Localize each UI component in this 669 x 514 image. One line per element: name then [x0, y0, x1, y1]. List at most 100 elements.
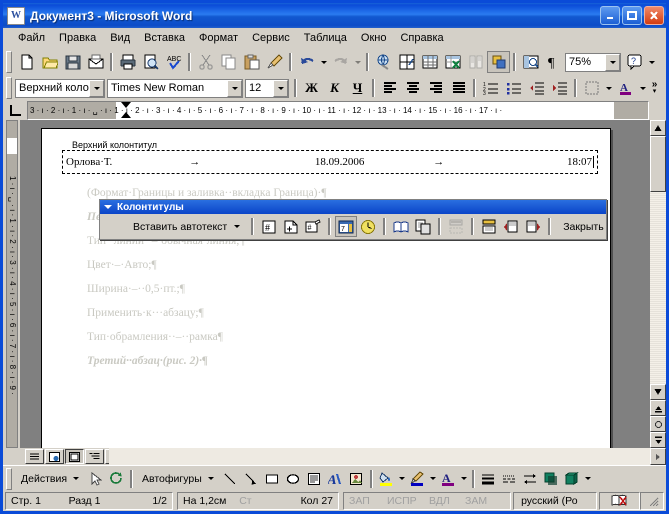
font-color-icon[interactable]: A	[438, 468, 459, 489]
scrollbar-track[interactable]	[650, 192, 666, 384]
3d-icon[interactable]	[562, 468, 583, 489]
toolbar-grip[interactable]	[6, 77, 12, 99]
rectangle-icon[interactable]	[262, 468, 283, 489]
bulleted-list-icon[interactable]	[502, 77, 525, 99]
insert-date-icon[interactable]: 7	[335, 216, 358, 237]
status-group-language[interactable]: русский (Ро	[513, 492, 598, 510]
spellcheck-icon[interactable]: ABC	[162, 51, 185, 73]
maximize-button[interactable]	[622, 6, 642, 25]
status-ext[interactable]: ВДЛ	[426, 495, 462, 507]
save-icon[interactable]	[61, 51, 84, 73]
show-previous-icon[interactable]	[500, 216, 522, 237]
undo-dropdown-icon[interactable]	[318, 51, 329, 73]
switch-header-footer-icon[interactable]	[478, 216, 500, 237]
menu-format[interactable]: Формат	[192, 30, 245, 46]
outline-view-icon[interactable]	[85, 449, 104, 464]
menu-table[interactable]: Таблица	[297, 30, 354, 46]
menu-view[interactable]: Вид	[103, 30, 137, 46]
show-formatting-marks-icon[interactable]: ¶	[542, 51, 565, 73]
web-layout-view-icon[interactable]	[45, 449, 64, 464]
toolbar-options-icon[interactable]	[646, 51, 657, 73]
zoom-dropdown-icon[interactable]	[605, 53, 620, 71]
header-footer-toolbar-titlebar[interactable]: Колонтитулы	[100, 200, 606, 214]
page-setup-icon[interactable]	[390, 216, 412, 237]
paste-icon[interactable]	[240, 51, 263, 73]
status-ovr[interactable]: ЗАМ	[462, 495, 500, 507]
horizontal-scrollbar-track[interactable]	[109, 448, 650, 465]
actions-menu-button[interactable]: Действия	[15, 468, 85, 489]
print-layout-view-icon[interactable]	[65, 449, 84, 464]
insert-picture-icon[interactable]	[346, 468, 367, 489]
insert-time-icon[interactable]	[357, 216, 379, 237]
oval-icon[interactable]	[283, 468, 304, 489]
wordart-icon[interactable]: A	[325, 468, 346, 489]
chevron-down-icon[interactable]	[234, 225, 241, 228]
menu-edit[interactable]: Правка	[52, 30, 103, 46]
header-footer-toolbar[interactable]: Колонтитулы Вставить автотекст # # 7 Зак…	[99, 199, 607, 240]
align-right-icon[interactable]	[424, 77, 447, 99]
new-document-icon[interactable]	[15, 51, 38, 73]
resize-grip[interactable]	[643, 495, 659, 507]
insert-autotext-button[interactable]: Вставить автотекст	[126, 216, 247, 237]
fill-color-icon[interactable]	[376, 468, 397, 489]
menu-file[interactable]: Файл	[11, 30, 52, 46]
chevron-down-icon[interactable]	[207, 477, 214, 480]
spelling-status-icon[interactable]	[608, 494, 632, 508]
drawing-overflow-icon[interactable]	[583, 468, 593, 489]
insert-table-icon[interactable]	[418, 51, 441, 73]
borders-icon[interactable]	[580, 77, 603, 99]
tab-stop-selector[interactable]	[3, 101, 27, 120]
fill-color-dropdown-icon[interactable]	[397, 468, 407, 489]
font-size-dropdown-icon[interactable]	[273, 79, 288, 97]
format-painter-icon[interactable]	[263, 51, 286, 73]
toolbar-overflow-icon[interactable]: » ▾	[648, 77, 661, 99]
toolbar-grip[interactable]	[6, 51, 12, 73]
first-line-indent-marker[interactable]	[121, 102, 131, 108]
document-area[interactable]: Верхний колонтитул Орлова·Т. → 18.09.200…	[20, 120, 650, 448]
shadow-icon[interactable]	[541, 468, 562, 489]
scroll-right-button[interactable]	[650, 448, 666, 465]
previous-page-button[interactable]	[650, 400, 666, 416]
align-center-icon[interactable]	[401, 77, 424, 99]
decrease-indent-icon[interactable]	[525, 77, 548, 99]
zoom-combo[interactable]: 75%	[565, 52, 621, 72]
autoshapes-menu-button[interactable]: Автофигуры	[136, 468, 220, 489]
print-icon[interactable]	[116, 51, 139, 73]
vertical-ruler[interactable]: 1 · ı · ␣ · ı · 1 · ı · 2 · ı · 3 · ı · …	[3, 120, 20, 448]
toolbar-grip[interactable]	[6, 467, 12, 490]
dash-style-icon[interactable]	[499, 468, 520, 489]
numbered-list-icon[interactable]: 123	[479, 77, 502, 99]
arrow-style-icon[interactable]	[520, 468, 541, 489]
close-header-footer-button[interactable]: Закрыть	[555, 216, 611, 237]
align-left-icon[interactable]	[378, 77, 401, 99]
font-dropdown-icon[interactable]	[227, 79, 242, 97]
document-page[interactable]: Верхний колонтитул Орлова·Т. → 18.09.200…	[41, 128, 611, 448]
arrow-icon[interactable]	[241, 468, 262, 489]
free-rotate-icon[interactable]	[106, 468, 127, 489]
status-trk[interactable]: ИСПР	[384, 495, 426, 507]
scroll-down-button[interactable]	[650, 384, 666, 400]
copy-icon[interactable]	[217, 51, 240, 73]
insert-excel-sheet-icon[interactable]	[441, 51, 464, 73]
vertical-scrollbar[interactable]	[650, 120, 666, 448]
insert-hyperlink-icon[interactable]	[372, 51, 395, 73]
status-group-spelling[interactable]	[599, 492, 641, 510]
columns-icon[interactable]	[464, 51, 487, 73]
next-page-button[interactable]	[650, 432, 666, 448]
menu-help[interactable]: Справка	[393, 30, 450, 46]
style-dropdown-icon[interactable]	[89, 79, 104, 97]
chevron-down-icon[interactable]	[104, 205, 112, 209]
show-next-icon[interactable]	[522, 216, 544, 237]
redo-icon[interactable]	[329, 51, 352, 73]
insert-page-number-icon[interactable]: #	[258, 216, 280, 237]
line-color-dropdown-icon[interactable]	[428, 468, 438, 489]
scrollbar-thumb[interactable]	[650, 136, 666, 192]
chevron-down-icon[interactable]	[73, 477, 80, 480]
horizontal-ruler[interactable]: 3 · ı · 2 · ı · 1 · ı · ␣ · ı · 1 · ı · …	[27, 101, 649, 120]
same-as-previous-icon[interactable]	[445, 216, 467, 237]
font-size-combo[interactable]: 12	[245, 78, 289, 98]
font-color-dropdown-icon[interactable]	[459, 468, 469, 489]
redo-dropdown-icon[interactable]	[352, 51, 363, 73]
document-map-icon[interactable]	[519, 51, 542, 73]
format-page-number-icon[interactable]: #	[302, 216, 324, 237]
